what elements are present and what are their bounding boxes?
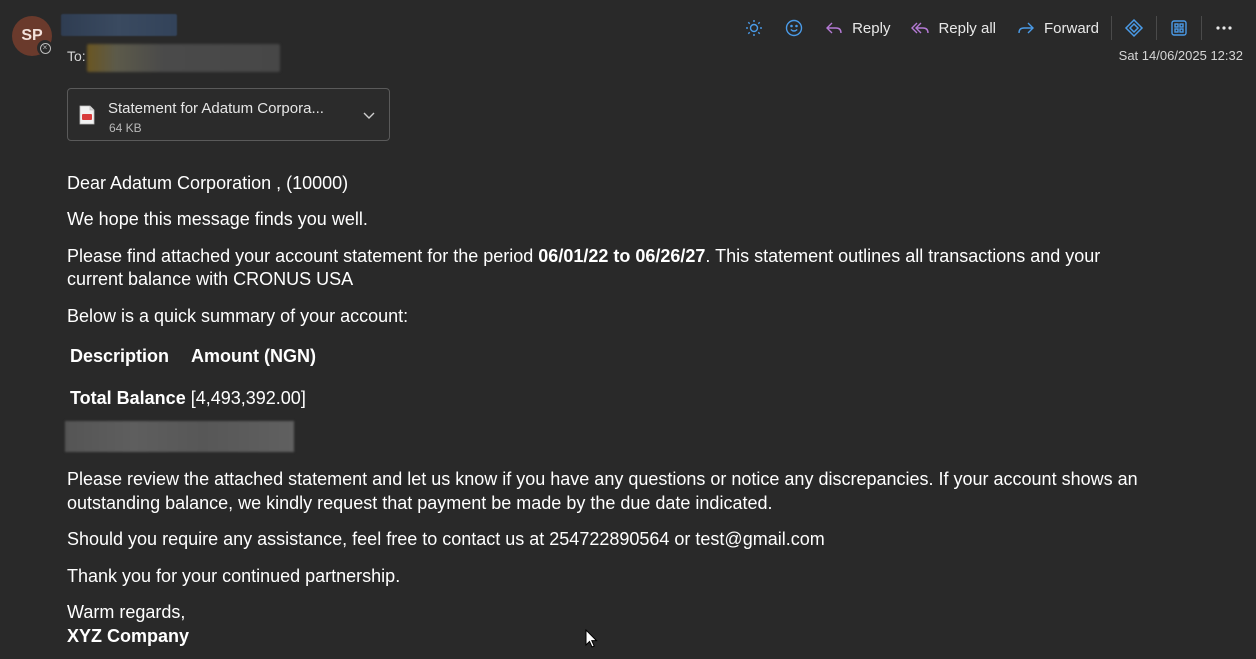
summary-table-header: Description Amount (NGN): [70, 344, 316, 368]
review-line-2: outstanding balance, we kindly request t…: [67, 493, 773, 513]
reply-all-icon: [911, 22, 930, 34]
chevron-down-icon[interactable]: [361, 107, 377, 123]
emoji-icon: [785, 19, 803, 37]
more-icon: [1216, 26, 1232, 30]
greeting-line: Dear Adatum Corporation , (10000): [67, 173, 349, 193]
copilot-icon: [1124, 18, 1144, 38]
sender-name-redacted[interactable]: [61, 14, 177, 36]
reply-all-button[interactable]: Reply all: [900, 14, 1006, 42]
forward-button[interactable]: Forward: [1006, 14, 1109, 42]
period-line: Please find attached your account statem…: [67, 244, 1100, 268]
period-dates: 06/01/22 to 06/26/27: [538, 246, 706, 266]
copilot-button[interactable]: [1114, 14, 1154, 42]
summary-table-row: Total Balance [4,493,392.00]: [70, 386, 306, 410]
toolbar-divider: [1156, 16, 1157, 40]
reply-all-label: Reply all: [938, 19, 996, 37]
apps-button[interactable]: [1159, 14, 1199, 42]
contact-line: Should you require any assistance, feel …: [67, 529, 825, 549]
recipient-redacted[interactable]: [87, 44, 280, 72]
email-reading-pane: SP × To: Reply Reply all Forward Sat 14/…: [0, 0, 1256, 659]
attachment-name: Statement for Adatum Corpora...: [108, 100, 324, 117]
review-line-1: Please review the attached statement and…: [67, 469, 1138, 489]
toolbar-divider: [1201, 16, 1202, 40]
total-balance-label: Total Balance: [70, 388, 186, 408]
hope-line: We hope this message finds you well.: [67, 209, 368, 229]
company-signature: XYZ Company: [67, 626, 190, 646]
brightness-icon: [746, 20, 763, 36]
attachment-card[interactable]: Statement for Adatum Corpora... 64 KB: [67, 88, 390, 141]
message-timestamp: Sat 14/06/2025 12:32: [1118, 48, 1243, 63]
to-label: To:: [67, 48, 86, 64]
regards-line: Warm regards,: [67, 602, 186, 622]
message-toolbar: Reply Reply all Forward: [734, 14, 1244, 42]
period-line-2: current balance with CRONUS USA: [67, 269, 354, 289]
column-description: Description: [70, 346, 170, 366]
presence-status-icon: ×: [37, 40, 53, 56]
reply-label: Reply: [852, 19, 891, 37]
reply-icon: [826, 22, 842, 34]
reply-button[interactable]: Reply: [814, 14, 900, 42]
apps-icon: [1171, 20, 1187, 36]
mouse-cursor-icon: [585, 629, 598, 648]
summary-intro: Below is a quick summary of your account…: [67, 306, 409, 326]
redacted-content: [65, 421, 294, 452]
forward-icon: [1018, 22, 1034, 34]
brightness-button[interactable]: [734, 14, 774, 42]
more-actions-button[interactable]: [1204, 14, 1244, 42]
attachment-size: 64 KB: [109, 121, 142, 135]
period-prefix: Please find attached your account statem…: [67, 246, 539, 266]
period-suffix: . This statement outlines all transactio…: [705, 246, 1101, 266]
total-balance-value: [4,493,392.00]: [190, 388, 306, 408]
forward-label: Forward: [1043, 19, 1099, 37]
column-amount: Amount (NGN): [191, 346, 317, 366]
toolbar-divider: [1111, 16, 1112, 40]
emoji-button[interactable]: [774, 14, 814, 42]
thanks-line: Thank you for your continued partnership…: [67, 566, 401, 586]
pdf-file-icon: [79, 105, 95, 125]
